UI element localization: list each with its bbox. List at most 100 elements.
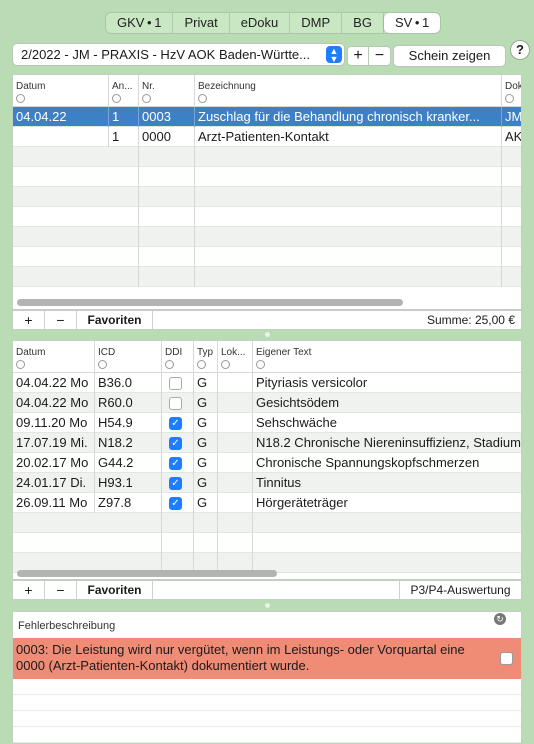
cell-icd: B36.0 <box>94 373 161 393</box>
add-schein-button[interactable]: + <box>347 46 369 66</box>
sort-indicator-icon <box>221 360 230 369</box>
schein-select-value: 2/2022 - JM - PRAXIS - HzV AOK Baden-Wür… <box>21 47 310 62</box>
cell-ddi: ✓ <box>161 453 193 473</box>
cell-eigener-text: N18.2 Chronische Niereninsuffizienz, Sta… <box>252 433 521 453</box>
col-datum[interactable]: Datum <box>13 75 108 106</box>
col-lok[interactable]: Lok... <box>217 341 252 372</box>
ddi-checkbox[interactable]: ✓ <box>169 477 182 491</box>
schein-select[interactable]: 2/2022 - JM - PRAXIS - HzV AOK Baden-Wür… <box>12 43 345 66</box>
favoriten-button[interactable]: Favoriten <box>77 311 153 329</box>
col-nr[interactable]: Nr. <box>138 75 194 106</box>
ddi-checkbox[interactable]: ✓ <box>169 437 182 451</box>
table-row[interactable]: 04.04.22 1 0003 Zuschlag für die Behandl… <box>13 107 521 127</box>
favoriten-button[interactable]: Favoriten <box>77 581 153 599</box>
table-row[interactable]: 24.01.17 Di. H93.1 ✓ G Tinnitus <box>13 473 521 493</box>
cell-typ: G <box>193 473 217 493</box>
cell-icd: G44.2 <box>94 453 161 473</box>
cell-datum: 04.04.22 Mo <box>16 395 89 410</box>
tab-gkv[interactable]: GKV • 1 <box>106 13 174 33</box>
col-eigener-text[interactable]: Eigener Text <box>252 341 521 372</box>
cell-datum: 24.01.17 Di. <box>16 475 87 490</box>
show-schein-button[interactable]: Schein zeigen <box>393 45 506 67</box>
col-ddi[interactable]: DDI <box>161 341 193 372</box>
empty-row <box>13 533 521 553</box>
error-acknowledge-checkbox[interactable] <box>500 652 513 665</box>
sort-indicator-icon <box>197 360 206 369</box>
table-row[interactable]: 1 0000 Arzt-Patienten-Kontakt AK <box>13 127 521 147</box>
cell-datum: 20.02.17 Mo <box>16 455 89 470</box>
ddi-checkbox[interactable] <box>169 377 182 391</box>
leistungen-table: Datum An... Nr. Bezeichnung Dok 04.04.22… <box>12 74 522 310</box>
remove-leistung-button[interactable]: − <box>45 311 77 329</box>
table-row[interactable]: 04.04.22 Mo B36.0 G Pityriasis versicolor <box>13 373 521 393</box>
remove-diagnose-button[interactable]: − <box>45 581 77 599</box>
cell-eigener-text: Chronische Spannungskopfschmerzen <box>252 453 521 473</box>
cell-eigener-text: Hörgeräteträger <box>252 493 521 513</box>
table-row[interactable]: 17.07.19 Mi. N18.2 ✓ G N18.2 Chronische Nier… <box>13 433 521 453</box>
col-bezeichnung[interactable]: Bezeichnung <box>194 75 501 106</box>
add-leistung-button[interactable]: + <box>13 311 45 329</box>
tab-bg[interactable]: BG <box>342 13 384 33</box>
cell-lok <box>217 413 252 433</box>
cell-datum: 17.07.19 Mi. <box>16 435 88 450</box>
help-button[interactable]: ? <box>510 40 530 60</box>
fehler-panel: Fehlerbeschreibung ↻ 0003: Die Leistung … <box>12 611 522 744</box>
refresh-icon[interactable]: ↻ <box>494 613 506 625</box>
col-icd[interactable]: ICD <box>94 341 161 372</box>
split-handle[interactable] <box>265 603 270 608</box>
empty-row <box>13 207 521 227</box>
cell-ddi <box>161 393 193 413</box>
sort-indicator-icon <box>16 94 25 103</box>
table-row[interactable]: 26.09.11 Mo Z97.8 ✓ G Hörgeräteträger <box>13 493 521 513</box>
cell-eigener-text: Pityriasis versicolor <box>252 373 521 393</box>
table-row[interactable]: 04.04.22 Mo R60.0 G Gesichtsödem <box>13 393 521 413</box>
cell-datum: 09.11.20 Mo <box>16 415 88 430</box>
empty-row <box>13 187 521 207</box>
tab-sv[interactable]: SV • 1 <box>383 13 441 33</box>
cell-icd: R60.0 <box>94 393 161 413</box>
sort-indicator-icon <box>16 360 25 369</box>
cell-eigener-text: Tinnitus <box>252 473 521 493</box>
cell-typ: G <box>193 393 217 413</box>
cell-typ: G <box>193 453 217 473</box>
remove-schein-button[interactable]: − <box>369 46 391 66</box>
col-typ[interactable]: Typ <box>193 341 217 372</box>
col-dok[interactable]: Dok <box>501 75 521 106</box>
table-row[interactable]: 20.02.17 Mo G44.2 ✓ G Chronische Spannungsko… <box>13 453 521 473</box>
diagnosen-toolbar: + − Favoriten P3/P4-Auswertung <box>12 580 522 600</box>
error-message-row[interactable]: 0003: Die Leistung wird nur vergütet, we… <box>13 638 521 679</box>
empty-row <box>13 267 521 287</box>
horizontal-scrollbar[interactable] <box>17 570 277 577</box>
cell-icd: Z97.8 <box>94 493 161 513</box>
cell-typ: G <box>193 493 217 513</box>
tab-privat[interactable]: Privat <box>173 13 230 33</box>
select-arrows-icon: ▲ ▼ <box>326 46 342 64</box>
cell-datum: 04.04.22 Mo <box>16 375 89 390</box>
ddi-checkbox[interactable]: ✓ <box>169 497 182 511</box>
sort-indicator-icon <box>98 360 107 369</box>
col-datum[interactable]: Datum <box>13 341 94 372</box>
p3p4-auswertung-button[interactable]: P3/P4-Auswertung <box>399 581 521 599</box>
cell-icd: H54.9 <box>94 413 161 433</box>
summe-label: Summe: 25,00 € <box>426 313 515 327</box>
split-handle[interactable] <box>265 332 270 337</box>
cell-ddi: ✓ <box>161 433 193 453</box>
table-row[interactable]: 09.11.20 Mo H54.9 ✓ G Sehschwäche <box>13 413 521 433</box>
col-anzahl[interactable]: An... <box>108 75 138 106</box>
ddi-checkbox[interactable]: ✓ <box>169 457 182 471</box>
horizontal-scrollbar[interactable] <box>17 299 403 306</box>
cell-ddi: ✓ <box>161 473 193 493</box>
fehler-title: Fehlerbeschreibung <box>18 620 116 632</box>
cell-lok <box>217 473 252 493</box>
ddi-checkbox[interactable] <box>169 397 182 411</box>
tab-edoku[interactable]: eDoku <box>230 13 291 33</box>
cell-ddi: ✓ <box>161 493 193 513</box>
sort-indicator-icon <box>256 360 265 369</box>
ddi-checkbox[interactable]: ✓ <box>169 417 182 431</box>
error-empty-rows <box>13 679 521 743</box>
tab-dmp[interactable]: DMP <box>290 13 343 33</box>
empty-row <box>13 247 521 267</box>
add-diagnose-button[interactable]: + <box>13 581 45 599</box>
cell-typ: G <box>193 413 217 433</box>
cell-lok <box>217 493 252 513</box>
